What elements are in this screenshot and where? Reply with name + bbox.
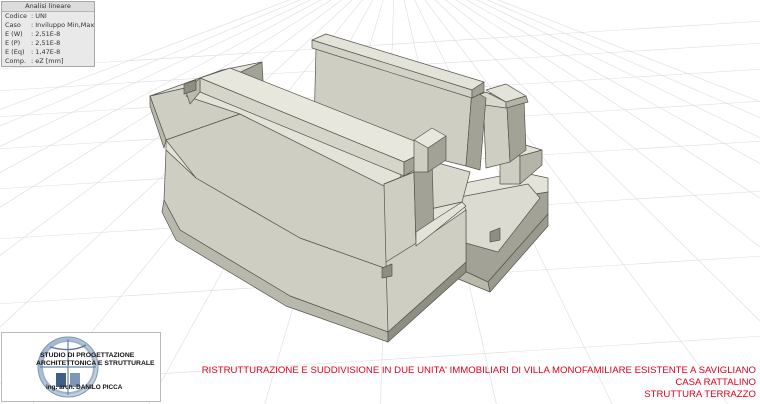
studio-name-line2: ARCHITETTONICA E STRUTTURALE [36, 360, 155, 367]
studio-logo-icon [37, 336, 99, 398]
info-row-eeq: E (Eq) : 1,47E-8 [5, 48, 61, 56]
info-row-comp: Comp. : eZ [mm] [5, 57, 64, 65]
info-row-code: Codice : UNI [5, 12, 47, 20]
project-description: RISTRUTTURAZIONE E SUDDIVISIONE IN DUE U… [201, 365, 756, 376]
3d-viewport[interactable]: Analisi lineare Codice : UNI Caso : Invi… [0, 0, 760, 404]
project-title-block: RISTRUTTURAZIONE E SUDDIVISIONE IN DUE U… [196, 365, 756, 401]
panel-title: Analisi lineare [2, 2, 94, 12]
info-row-case: Caso : Inviluppo Min,Max [5, 21, 94, 29]
info-row-ew: E (W) : 2,51E-8 [5, 30, 61, 38]
info-row-ep: E (P) : 2,51E-8 [5, 39, 61, 47]
studio-name-line1: STUDIO DI PROGETTAZIONE [40, 352, 135, 359]
project-subject: STRUTTURA TERRAZZO [644, 389, 756, 400]
studio-engineer-name: ing. arch. DANILO PICCA [46, 384, 123, 391]
project-client: CASA RATTALINO [675, 377, 756, 388]
analysis-info-panel: Analisi lineare Codice : UNI Caso : Invi… [1, 1, 95, 67]
studio-logo-box: STUDIO DI PROGETTAZIONE ARCHITETTONICA E… [1, 332, 161, 402]
